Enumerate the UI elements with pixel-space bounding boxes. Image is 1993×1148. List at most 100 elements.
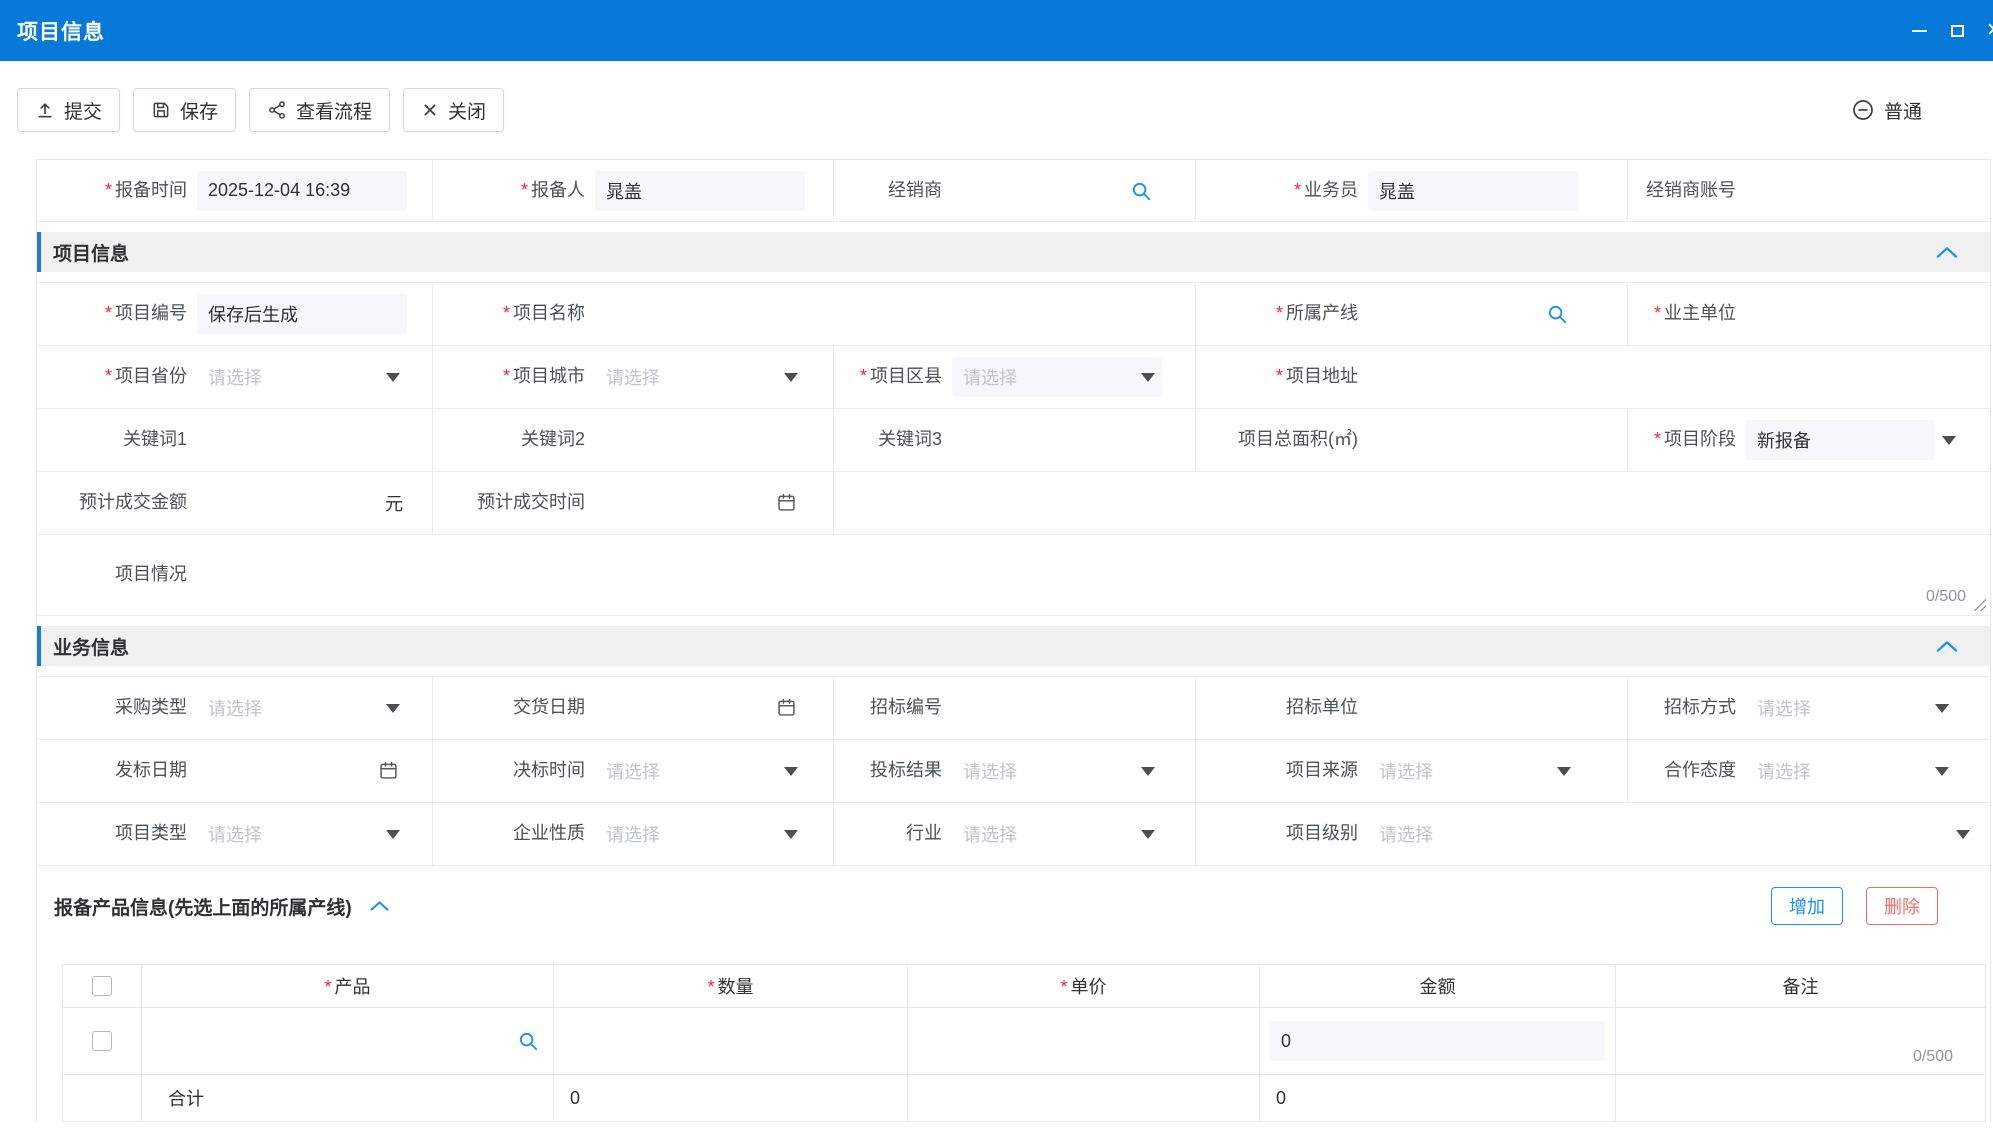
- priority-toggle[interactable]: 普通: [1851, 97, 1922, 124]
- header-checkbox-cell: [63, 965, 142, 1008]
- field-keyword3: 关键词3: [834, 409, 1196, 471]
- dealer-input[interactable]: [952, 171, 1162, 211]
- chevron-down-icon: [1141, 373, 1155, 382]
- view-flow-button[interactable]: 查看流程: [249, 88, 390, 132]
- expected-amount-input[interactable]: [197, 484, 407, 522]
- header-price: 单价: [908, 965, 1260, 1008]
- section-title: 项目信息: [53, 239, 129, 266]
- search-icon[interactable]: [1130, 180, 1152, 202]
- bid-unit-label: 招标单位: [1196, 697, 1368, 719]
- report-time-input[interactable]: 2025-12-04 16:39: [197, 171, 407, 211]
- bid-no-input[interactable]: [952, 689, 1204, 727]
- reporter-label: 报备人: [433, 180, 595, 202]
- quantity-header-label: 数量: [707, 973, 753, 999]
- reporter-input[interactable]: 晁盖: [595, 171, 805, 211]
- bid-unit-input[interactable]: [1368, 689, 1620, 727]
- chevron-down-icon: [1141, 767, 1155, 776]
- close-window-button[interactable]: ✕: [1979, 0, 1993, 61]
- keyword1-label: 关键词1: [37, 429, 197, 451]
- cooperation-select[interactable]: 请选择: [1746, 751, 1956, 791]
- owner-unit-input[interactable]: [1746, 295, 1993, 333]
- project-no-input[interactable]: 保存后生成: [197, 294, 407, 334]
- bid-method-select[interactable]: 请选择: [1746, 688, 1956, 728]
- close-form-button[interactable]: 关闭: [403, 88, 504, 132]
- source-select[interactable]: 请选择: [1368, 751, 1578, 791]
- project-name-label: 项目名称: [433, 303, 595, 325]
- keyword2-input[interactable]: [595, 421, 847, 459]
- address-input[interactable]: [1368, 358, 1977, 396]
- remark-cell[interactable]: 0/500: [1616, 1008, 1985, 1075]
- level-select[interactable]: 请选择: [1368, 814, 1977, 854]
- stage-value: 新报备: [1746, 420, 1934, 460]
- collapse-chevron-up-icon[interactable]: [1936, 246, 1958, 259]
- total-quantity: 0: [570, 1088, 580, 1109]
- char-counter: 0/500: [1926, 588, 1966, 606]
- award-time-select[interactable]: 请选择: [595, 751, 805, 791]
- enterprise-nature-select[interactable]: 请选择: [595, 814, 805, 854]
- collapse-chevron-up-icon[interactable]: [370, 900, 389, 912]
- dealer-account-input[interactable]: [1746, 172, 1993, 210]
- purchase-type-select[interactable]: 请选择: [197, 688, 407, 728]
- province-select[interactable]: 请选择: [197, 357, 407, 397]
- industry-select[interactable]: 请选择: [952, 814, 1162, 854]
- amount-unit: 元: [385, 490, 403, 516]
- project-desc-textarea[interactable]: 0/500: [197, 535, 1990, 615]
- expected-date-picker[interactable]: [595, 483, 805, 523]
- minimize-button[interactable]: [1904, 0, 1934, 61]
- city-select[interactable]: 请选择: [595, 357, 805, 397]
- row-checkbox[interactable]: [92, 1031, 112, 1051]
- delivery-date-picker[interactable]: [595, 688, 805, 728]
- select-all-checkbox[interactable]: [92, 976, 112, 996]
- field-purchase-type: 采购类型 请选择: [37, 677, 433, 739]
- search-icon[interactable]: [1546, 303, 1568, 325]
- level-placeholder: 请选择: [1368, 821, 1433, 847]
- field-project-name: 项目名称: [433, 283, 1196, 345]
- salesman-input[interactable]: 晁盖: [1368, 171, 1578, 211]
- cooperation-placeholder: 请选择: [1746, 758, 1811, 784]
- project-type-select[interactable]: 请选择: [197, 814, 407, 854]
- field-bid-unit: 招标单位: [1196, 677, 1628, 739]
- project-name-input[interactable]: [595, 295, 1183, 333]
- field-bid-result: 投标结果 请选择: [834, 740, 1196, 802]
- project-type-placeholder: 请选择: [197, 821, 262, 847]
- product-line-input[interactable]: [1368, 294, 1578, 334]
- form-row: 报备时间 2025-12-04 16:39 报备人 晁盖 经销商 业务员 晁盖 …: [37, 160, 1990, 222]
- add-row-button[interactable]: 增加: [1771, 887, 1843, 925]
- row-checkbox-cell: [63, 1008, 142, 1075]
- keyword1-input[interactable]: [197, 421, 449, 459]
- bid-result-select[interactable]: 请选择: [952, 751, 1162, 791]
- total-price-cell: [908, 1075, 1260, 1121]
- collapse-chevron-up-icon[interactable]: [1936, 640, 1958, 653]
- field-award-time: 决标时间 请选择: [433, 740, 834, 802]
- submit-button[interactable]: 提交: [17, 88, 120, 132]
- header-product: 产品: [142, 965, 554, 1008]
- resize-handle-icon[interactable]: [1972, 597, 1986, 611]
- field-total-area: 项目总面积(㎡): [1196, 409, 1628, 471]
- search-icon[interactable]: [517, 1030, 539, 1052]
- total-amount: 0: [1276, 1088, 1286, 1109]
- price-cell: [908, 1008, 1260, 1075]
- chevron-down-icon: [386, 830, 400, 839]
- delete-row-button[interactable]: 删除: [1866, 887, 1938, 925]
- chevron-down-icon: [386, 373, 400, 382]
- field-report-time: 报备时间 2025-12-04 16:39: [37, 160, 433, 221]
- section-title: 业务信息: [53, 633, 129, 660]
- field-industry: 行业 请选择: [834, 803, 1196, 865]
- product-input[interactable]: [156, 1021, 539, 1061]
- header-remark: 备注: [1616, 965, 1985, 1008]
- project-no-value: 保存后生成: [208, 301, 298, 327]
- district-select[interactable]: 请选择: [952, 357, 1162, 397]
- total-area-input[interactable]: [1368, 421, 1620, 459]
- announce-date-picker[interactable]: [197, 751, 407, 791]
- keyword3-input[interactable]: [952, 421, 1204, 459]
- quantity-input[interactable]: [554, 1022, 907, 1060]
- stage-select[interactable]: 新报备: [1746, 420, 1956, 460]
- field-dealer: 经销商: [834, 160, 1196, 221]
- city-label: 项目城市: [433, 366, 595, 388]
- price-input[interactable]: [908, 1022, 1259, 1060]
- priority-label: 普通: [1884, 97, 1922, 124]
- save-button[interactable]: 保存: [133, 88, 236, 132]
- maximize-button[interactable]: [1942, 0, 1972, 61]
- field-keyword2: 关键词2: [433, 409, 834, 471]
- field-salesman: 业务员 晁盖: [1196, 160, 1628, 221]
